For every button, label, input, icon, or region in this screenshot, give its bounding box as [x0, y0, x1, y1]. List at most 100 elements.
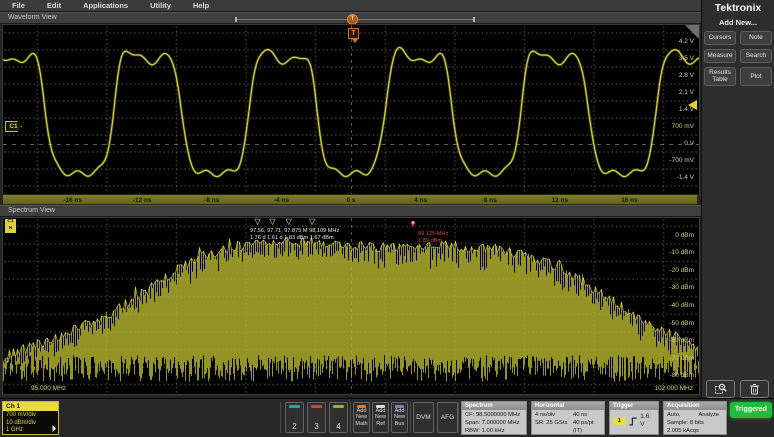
acq-sample-bits: Sample: 8 bits	[667, 419, 723, 427]
time-axis-ruler[interactable]: -16 ns-12 ns-8 ns-4 ns0 s4 ns8 ns12 ns16…	[2, 194, 698, 205]
peak-marker-icon[interactable]: ▽	[269, 218, 275, 226]
waveform-y-label: 0 V	[684, 140, 694, 147]
right-sidebar: Tektronix Add New... Cursors Note Measur…	[701, 0, 774, 398]
waveform-plot[interactable]: C1 T 4.2 V3.5 V2.8 V2.1 V1.4 V700 mV0 V-…	[2, 24, 700, 196]
channel-4-button[interactable]: 4	[329, 402, 348, 433]
menu-help[interactable]: Help	[193, 1, 209, 10]
spectrum-view-header[interactable]: Spectrum View	[0, 205, 701, 217]
waveform-y-label: 4.2 V	[679, 38, 694, 45]
ch1-scale: 700 mV/div	[6, 412, 58, 420]
plot-button[interactable]: Plot	[740, 67, 772, 86]
rbw-value: RBW: 1.00 kHz	[465, 427, 523, 435]
spectrum-view-title: Spectrum View	[8, 207, 55, 214]
spectrum-db-label: -60 dBm	[669, 337, 694, 344]
trigger-box-title: Trigger	[610, 402, 658, 410]
spectrum-plot[interactable]: C1 N 97.56, 97.71, 97.875 M 98.109 MHz 1…	[2, 217, 700, 395]
channel-color-stripe	[289, 405, 300, 408]
menu-bar: File Edit Applications Utility Help	[0, 0, 701, 12]
acq-analyze: Analyze	[698, 411, 719, 419]
trigger-flag-icon[interactable]: T	[348, 28, 359, 39]
span-value: Span: 7.000000 MHz	[465, 419, 523, 427]
reference-marker-label: 99.125 MHz1.89 dBm	[418, 231, 448, 245]
time-axis-label: -12 ns	[133, 197, 152, 204]
spectrum-channel-badge[interactable]: C1 N	[5, 219, 16, 233]
center-frequency-value: CF: 98.5000000 MHz	[465, 411, 523, 419]
statusbar-divider	[410, 402, 411, 433]
add-new-math-button[interactable]: Add New Math	[353, 402, 370, 433]
measure-button[interactable]: Measure	[704, 49, 736, 63]
acquisition-box-title: Acquisition	[664, 402, 726, 410]
add-new-ref-button[interactable]: Add New Ref	[372, 402, 389, 433]
spectrum-box-title: Spectrum	[462, 402, 526, 410]
horizontal-box-title: Horizontal	[532, 402, 604, 410]
time-axis-label: -16 ns	[63, 197, 82, 204]
channel-color-stripe	[311, 405, 322, 408]
rising-slope-icon	[629, 417, 638, 426]
cursors-button[interactable]: Cursors	[704, 31, 736, 45]
waveform-y-label: 2.8 V	[679, 72, 694, 79]
statusbar-divider	[458, 402, 459, 433]
sample-interval: 40 ps/pt (IT)	[573, 419, 601, 435]
spectrum-db-label: -30 dBm	[669, 284, 694, 291]
menu-edit[interactable]: Edit	[47, 1, 61, 10]
channel-2-button[interactable]: 2	[285, 402, 304, 433]
horizontal-info-box[interactable]: Horizontal 4 ns/div 40 ns SR: 25 GS/s 40…	[531, 401, 605, 435]
peak-marker-icon[interactable]: ▽	[286, 218, 292, 226]
zoom-box-button[interactable]	[706, 380, 735, 398]
time-axis-label: 16 ns	[621, 197, 638, 204]
time-axis-label: -4 ns	[274, 197, 289, 204]
spectrum-db-label: -70 dBm	[669, 355, 694, 362]
channel-color-stripe	[333, 405, 344, 408]
time-axis-label: 0 s	[346, 197, 355, 204]
channel-color-stripe	[376, 405, 385, 408]
peak-marker-icon[interactable]: ▽	[254, 218, 260, 226]
trash-button[interactable]	[740, 380, 769, 398]
add-new-bus-button[interactable]: Add New Bus	[391, 402, 408, 433]
acq-mode: Auto,	[667, 411, 681, 419]
time-per-div: 4 ns/div	[535, 411, 573, 419]
afg-button[interactable]: AFG	[437, 402, 458, 433]
menu-applications[interactable]: Applications	[83, 1, 128, 10]
trigger-level-value: 1.6 V	[640, 413, 655, 429]
trigger-source-badge: 1	[613, 417, 626, 425]
spectrum-info-box[interactable]: Spectrum CF: 98.5000000 MHz Span: 7.0000…	[461, 401, 527, 435]
time-axis-label: 4 ns	[414, 197, 427, 204]
corner-zoom-icon[interactable]	[685, 25, 699, 39]
waveform-view-title: Waveform View	[8, 14, 57, 21]
trigger-info-box[interactable]: Trigger 1 1.6 V	[609, 401, 659, 435]
peak-marker-icon[interactable]: ▽	[309, 218, 315, 226]
spectrum-db-label: -80 dBm	[669, 372, 694, 379]
oscilloscope-app: File Edit Applications Utility Help Waveform…	[0, 0, 774, 437]
channel-3-button[interactable]: 3	[307, 402, 326, 433]
statusbar-divider	[280, 402, 281, 433]
search-button[interactable]: Search	[740, 49, 772, 63]
results-table-button[interactable]: Results Table	[704, 67, 736, 86]
spectrum-db-label: -10 dBm	[669, 249, 694, 256]
spectrum-db-label: -40 dBm	[669, 302, 694, 309]
menu-utility[interactable]: Utility	[150, 1, 171, 10]
magnifier-icon	[715, 383, 727, 395]
waveform-y-label: 3.5 V	[679, 55, 694, 62]
time-axis-label: 8 ns	[484, 197, 497, 204]
reference-marker-glyph: R	[412, 221, 415, 225]
waveform-y-label: -700 mV	[669, 157, 694, 164]
channel-color-stripe	[395, 405, 404, 408]
channel1-badge[interactable]: Ch 1 700 mV/div 10 dBm/div 1 GHz	[2, 401, 59, 435]
dvm-button[interactable]: DVM	[413, 402, 434, 433]
sample-rate: SR: 25 GS/s	[535, 419, 573, 435]
waveform-view-header[interactable]: Waveform View T	[0, 12, 701, 24]
channel1-name: Ch 1	[3, 402, 58, 411]
record-duration: 40 ns	[573, 411, 601, 419]
trash-icon	[749, 383, 760, 395]
freq-axis-start-label: 95.000 MHz	[31, 385, 66, 392]
channel-color-stripe	[357, 405, 366, 408]
spectrum-db-label: 0 dBm	[675, 232, 694, 239]
menu-file[interactable]: File	[12, 1, 25, 10]
acquisition-info-box[interactable]: Acquisition Auto, Analyze Sample: 8 bits…	[663, 401, 727, 435]
triggered-indicator[interactable]: Triggered	[730, 402, 772, 418]
waveform-y-label: -1.4 V	[677, 174, 694, 181]
note-button[interactable]: Note	[740, 31, 772, 45]
add-new-label: Add New...	[702, 18, 774, 27]
statusbar-divider	[350, 402, 351, 433]
acq-count: 2.005 kAcqs	[667, 427, 723, 435]
